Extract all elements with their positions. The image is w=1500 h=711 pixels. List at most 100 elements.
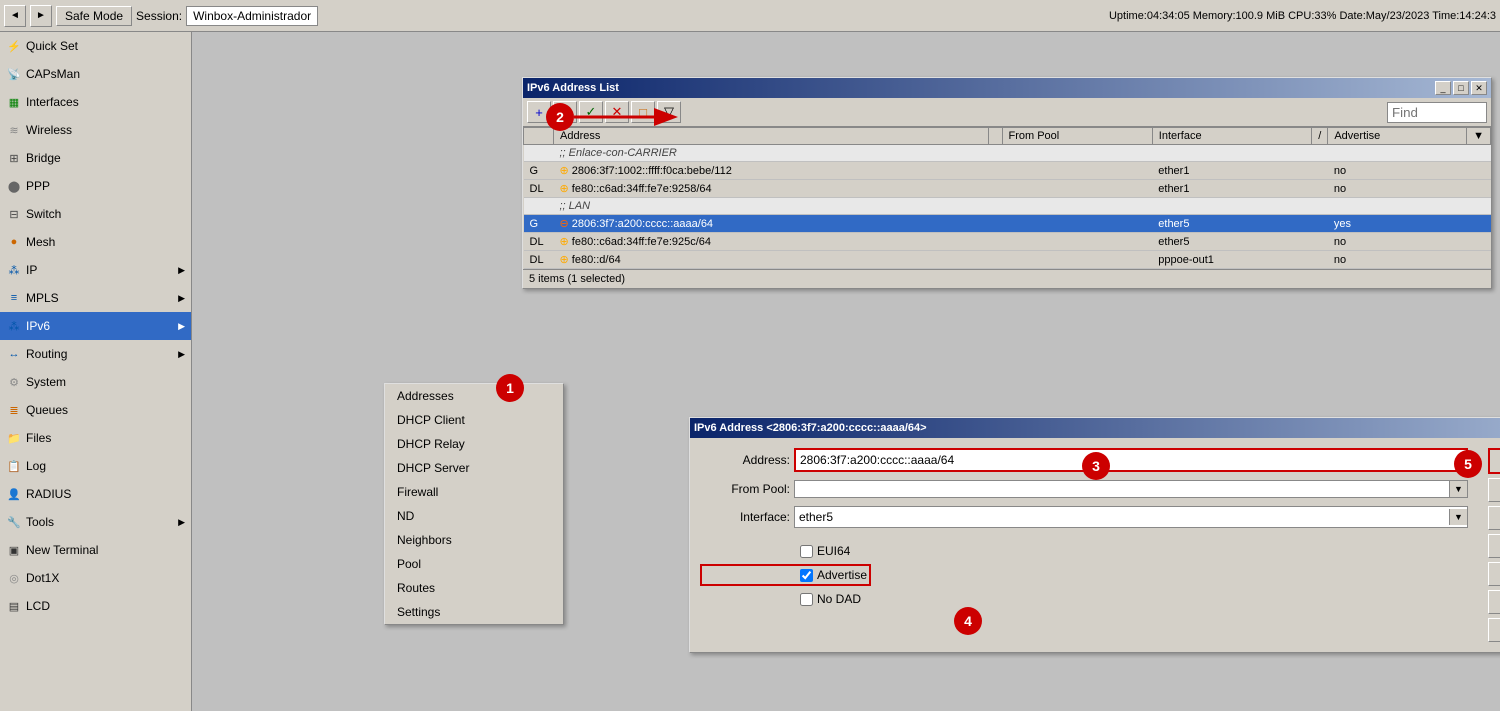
from-pool-value xyxy=(795,486,1449,492)
from-pool-row: From Pool: ▼ xyxy=(700,480,1468,498)
row-interface: pppoe-out1 xyxy=(1152,251,1312,269)
submenu-item-nd[interactable]: ND xyxy=(385,504,563,528)
sidebar-item-routing[interactable]: ↔ Routing ▶ xyxy=(0,340,191,368)
sidebar-item-mpls[interactable]: ≡ MPLS ▶ xyxy=(0,284,191,312)
sidebar: ⚡ Quick Set 📡 CAPsMan ▦ Interfaces ≋ Wir… xyxy=(0,32,192,711)
sidebar-item-lcd[interactable]: ▤ LCD xyxy=(0,592,191,620)
sidebar-label-routing: Routing xyxy=(26,347,67,361)
ipv6-submenu: Addresses DHCP Client DHCP Relay DHCP Se… xyxy=(384,383,564,625)
back-button[interactable]: ◄ xyxy=(4,5,26,27)
forward-button[interactable]: ► xyxy=(30,5,52,27)
submenu-item-addresses[interactable]: Addresses xyxy=(385,384,563,408)
maximize-button[interactable]: □ xyxy=(1453,81,1469,95)
comment-button[interactable]: Comment xyxy=(1488,562,1500,586)
submenu-item-routes[interactable]: Routes xyxy=(385,576,563,600)
copy-toolbar-button[interactable]: □ xyxy=(631,101,655,123)
add-button[interactable]: + xyxy=(527,101,551,123)
sidebar-label-ppp: PPP xyxy=(26,179,50,193)
no-dad-checkbox[interactable] xyxy=(800,593,813,606)
col-slash: / xyxy=(1312,128,1328,145)
sidebar-item-mesh[interactable]: ● Mesh xyxy=(0,228,191,256)
sidebar-item-ipv6[interactable]: ⁂ IPv6 ▶ xyxy=(0,312,191,340)
sidebar-item-dot1x[interactable]: ◎ Dot1X xyxy=(0,564,191,592)
sidebar-item-files[interactable]: 📁 Files xyxy=(0,424,191,452)
eui64-label: EUI64 xyxy=(817,544,850,558)
radius-icon: 👤 xyxy=(6,486,22,502)
annotation-3: 3 xyxy=(1082,452,1110,480)
submenu-item-dhcp-server[interactable]: DHCP Server xyxy=(385,456,563,480)
sidebar-label-bridge: Bridge xyxy=(26,151,61,165)
table-row: ;; LAN xyxy=(524,198,1491,215)
sidebar-item-bridge[interactable]: ⊞ Bridge xyxy=(0,144,191,172)
col-address[interactable]: Address xyxy=(554,128,989,145)
table-row[interactable]: G ⊕ 2806:3f7:1002::ffff:f0ca:bebe/112 et… xyxy=(524,162,1491,180)
close-button[interactable]: ✕ xyxy=(1471,81,1487,95)
main-layout: ⚡ Quick Set 📡 CAPsMan ▦ Interfaces ≋ Wir… xyxy=(0,32,1500,711)
remove-toolbar-button[interactable]: − xyxy=(553,101,577,123)
sidebar-item-quick-set[interactable]: ⚡ Quick Set xyxy=(0,32,191,60)
sidebar-item-queues[interactable]: ≣ Queues xyxy=(0,396,191,424)
sidebar-item-switch[interactable]: ⊟ Switch xyxy=(0,200,191,228)
from-pool-dropdown-arrow[interactable]: ▼ xyxy=(1449,481,1467,497)
address-input[interactable] xyxy=(794,448,1468,472)
submenu-item-settings[interactable]: Settings xyxy=(385,600,563,624)
submenu-item-pool[interactable]: Pool xyxy=(385,552,563,576)
sidebar-item-interfaces[interactable]: ▦ Interfaces xyxy=(0,88,191,116)
sidebar-label-mpls: MPLS xyxy=(26,291,59,305)
row-flag: DL xyxy=(524,251,554,269)
table-row[interactable]: DL ⊕ fe80::c6ad:34ff:fe7e:9258/64 ether1… xyxy=(524,180,1491,198)
wireless-icon: ≋ xyxy=(6,122,22,138)
col-dropdown[interactable]: ▼ xyxy=(1467,128,1491,145)
disable-button[interactable]: Disable xyxy=(1488,534,1500,558)
content-area: Addresses DHCP Client DHCP Relay DHCP Se… xyxy=(192,32,1500,711)
sidebar-item-wireless[interactable]: ≋ Wireless xyxy=(0,116,191,144)
row-address: ⊕ 2806:3f7:1002::ffff:f0ca:bebe/112 xyxy=(554,162,989,180)
submenu-item-dhcp-relay[interactable]: DHCP Relay xyxy=(385,432,563,456)
table-row[interactable]: DL ⊕ fe80::d/64 pppoe-out1 no xyxy=(524,251,1491,269)
table-row[interactable]: DL ⊕ fe80::c6ad:34ff:fe7e:925c/64 ether5… xyxy=(524,233,1491,251)
sidebar-label-queues: Queues xyxy=(26,403,68,417)
sidebar-item-tools[interactable]: 🔧 Tools ▶ xyxy=(0,508,191,536)
minimize-button[interactable]: _ xyxy=(1435,81,1451,95)
cancel-button[interactable]: Cancel xyxy=(1488,478,1500,502)
apply-button[interactable]: Apply xyxy=(1488,506,1500,530)
copy-button[interactable]: Copy xyxy=(1488,590,1500,614)
remove-button[interactable]: Remove xyxy=(1488,618,1500,642)
table-row: ;; Enlace-con-CARRIER xyxy=(524,145,1491,162)
log-icon: 📋 xyxy=(6,458,22,474)
sidebar-item-log[interactable]: 📋 Log xyxy=(0,452,191,480)
enable-button[interactable]: ✓ xyxy=(579,101,603,123)
sidebar-label-capsman: CAPsMan xyxy=(26,67,80,81)
find-input[interactable] xyxy=(1387,102,1487,123)
sidebar-item-new-terminal[interactable]: ▣ New Terminal xyxy=(0,536,191,564)
advertise-label: Advertise xyxy=(817,568,867,582)
ip-arrow-icon: ▶ xyxy=(178,265,185,276)
ok-button[interactable]: OK xyxy=(1488,448,1500,474)
row-flag: DL xyxy=(524,180,554,198)
submenu-item-firewall[interactable]: Firewall xyxy=(385,480,563,504)
col-sep1 xyxy=(988,128,1002,145)
from-pool-select-container[interactable]: ▼ xyxy=(794,480,1468,498)
col-advertise[interactable]: Advertise xyxy=(1328,128,1467,145)
sidebar-label-ipv6: IPv6 xyxy=(26,319,50,333)
eui64-checkbox[interactable] xyxy=(800,545,813,558)
submenu-item-dhcp-client[interactable]: DHCP Client xyxy=(385,408,563,432)
sidebar-item-capsman[interactable]: 📡 CAPsMan xyxy=(0,60,191,88)
safe-mode-button[interactable]: Safe Mode xyxy=(56,6,132,26)
col-from-pool[interactable]: From Pool xyxy=(1002,128,1152,145)
interface-label: Interface: xyxy=(700,510,790,524)
sidebar-item-system[interactable]: ⚙ System xyxy=(0,368,191,396)
ipv6-list-titlebar: IPv6 Address List _ □ ✕ xyxy=(523,78,1491,98)
advertise-checkbox[interactable] xyxy=(800,569,813,582)
sidebar-item-radius[interactable]: 👤 RADIUS xyxy=(0,480,191,508)
interface-select-container[interactable]: ether5 ▼ xyxy=(794,506,1468,528)
row-advertise: no xyxy=(1328,233,1467,251)
disable-toolbar-button[interactable]: ✕ xyxy=(605,101,629,123)
interface-dropdown-arrow[interactable]: ▼ xyxy=(1449,509,1467,525)
sidebar-item-ip[interactable]: ⁂ IP ▶ xyxy=(0,256,191,284)
table-row-selected[interactable]: G ⊖ 2806:3f7:a200:cccc::aaaa/64 ether5 y… xyxy=(524,215,1491,233)
submenu-item-neighbors[interactable]: Neighbors xyxy=(385,528,563,552)
sidebar-item-ppp[interactable]: ⬤ PPP xyxy=(0,172,191,200)
col-interface[interactable]: Interface xyxy=(1152,128,1312,145)
filter-button[interactable]: ▽ xyxy=(657,101,681,123)
